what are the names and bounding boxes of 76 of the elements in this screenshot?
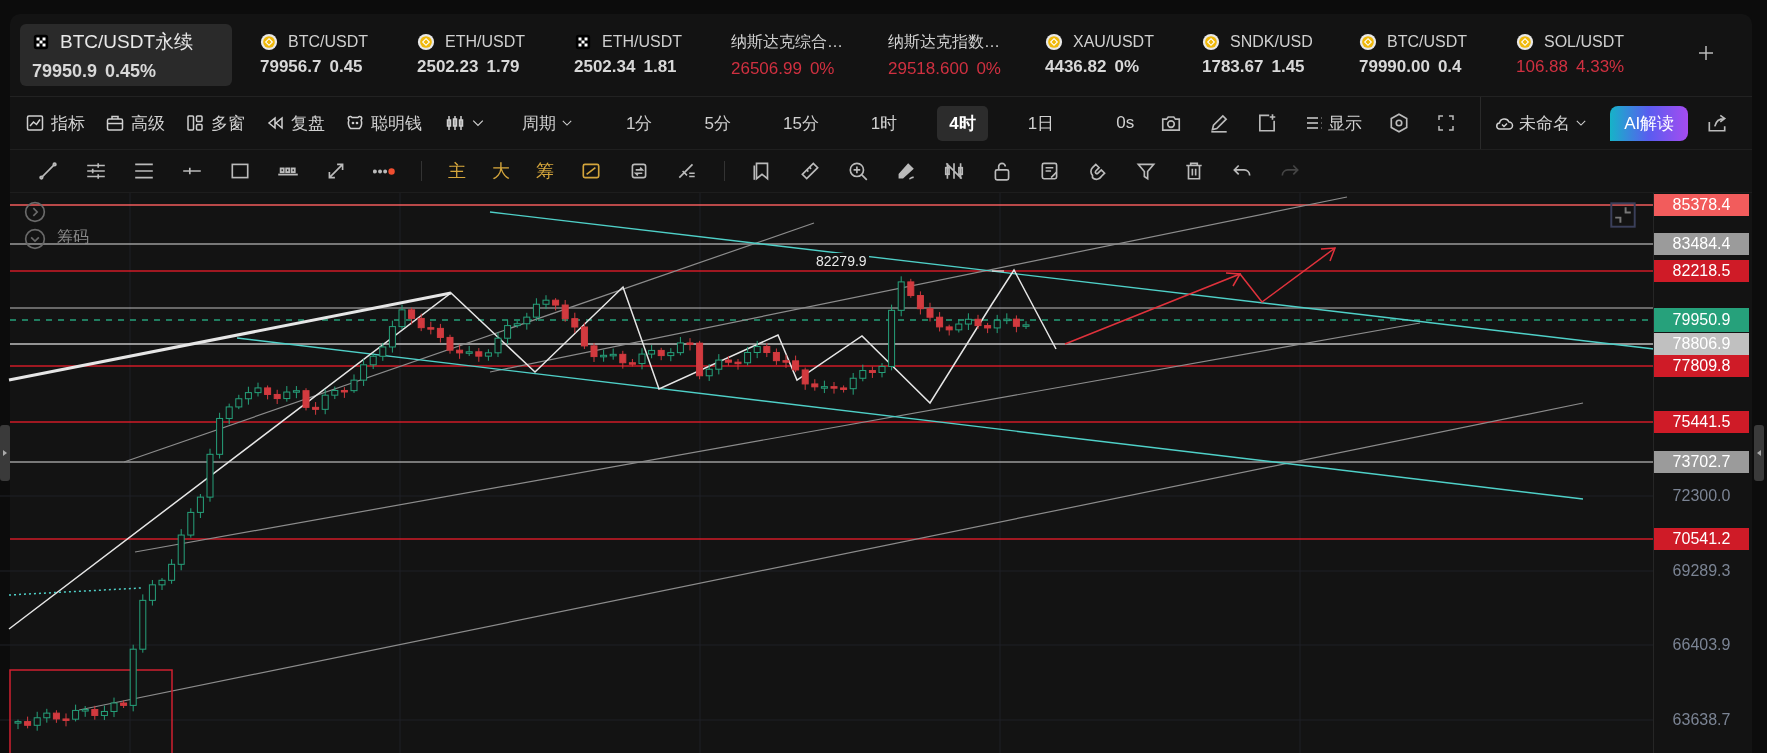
layout-name: 未命名 [1519, 112, 1571, 135]
ticker-price: 4436.82 [1045, 57, 1107, 77]
price-tag: 77809.8 [1654, 355, 1749, 377]
price-tag: 78806.9 [1654, 333, 1749, 355]
price-tag: 70541.2 [1654, 528, 1749, 550]
ticker-change: 0.4 [1437, 57, 1462, 77]
price-tag: 85378.4 [1654, 194, 1749, 216]
ticker-symbol: ETH/USDT [602, 33, 682, 51]
toolbar-menu[interactable]: 多窗 [185, 111, 245, 135]
ticker-item[interactable]: ETH/USDT 2502.23 1.79 [409, 24, 566, 86]
ticker-change: 1.45 [1271, 57, 1305, 77]
axis-price-label: 69289.3 [1671, 561, 1732, 581]
ticker-price: 79956.7 [260, 57, 322, 77]
ticker-symbol: BTC/USDT [1387, 33, 1467, 51]
ticker-item[interactable]: BTC/USDT 79956.7 0.45 [252, 24, 409, 86]
period-dropdown[interactable]: 周期 [522, 111, 574, 135]
interval-tab[interactable]: 15分 [770, 105, 831, 141]
overlay-label: 筹码 [57, 227, 89, 247]
axis-price-label: 66403.9 [1671, 635, 1732, 655]
interval-tab[interactable]: 4时 [937, 105, 988, 141]
countdown-label: 0s [1116, 113, 1135, 133]
ticker-item[interactable]: 纳斯达克综合… 26506.99 0% [723, 24, 880, 86]
price-tag: 82218.5 [1654, 260, 1749, 282]
ticker-item[interactable]: BTC/USDT永续 79950.9 0.45% [20, 24, 232, 86]
indicator-shortcut[interactable]: 大 [492, 159, 510, 183]
price-tag: 79950.9 [1654, 308, 1749, 332]
ticker-item[interactable]: 纳斯达克指数… 29518.600 0% [880, 24, 1037, 86]
ticker-change: 1.81 [643, 57, 677, 77]
ticker-symbol: BTC/USDT [288, 33, 368, 51]
ticker-change: 0.45% [105, 60, 157, 82]
price-tag: 73702.7 [1654, 451, 1749, 473]
ticker-change: 0.45 [329, 57, 363, 77]
axis-price-label: 72300.0 [1671, 486, 1732, 506]
ticker-change: 4.33% [1576, 57, 1625, 77]
price-tag: 83484.4 [1654, 233, 1749, 255]
ticker-symbol: 纳斯达克指数… [888, 31, 1000, 52]
ticker-price: 1783.67 [1202, 57, 1264, 77]
ticker-symbol: SOL/USDT [1544, 33, 1624, 51]
ticker-symbol: XAU/USDT [1073, 33, 1154, 51]
toolbar-menu[interactable]: 高级 [105, 111, 165, 135]
ai-button[interactable]: AI解读 [1610, 105, 1689, 141]
layout-name-dropdown[interactable]: 未命名 [1493, 111, 1589, 135]
ticker-change: 0% [976, 58, 1001, 79]
ticker-item[interactable]: SNDK/USD 1783.67 1.45 [1194, 24, 1351, 86]
interval-tab[interactable]: 1日 [1015, 105, 1067, 141]
peak-price-label: 82279.9 [814, 253, 869, 269]
indicator-shortcut[interactable]: 筹 [536, 159, 554, 183]
ticker-item[interactable]: ETH/USDT 2502.34 1.81 [566, 24, 723, 86]
ticker-change: 1.79 [486, 57, 520, 77]
ticker-symbol: SNDK/USD [1230, 33, 1313, 51]
axis-price-label: 63638.7 [1671, 710, 1732, 730]
toolbar-menu[interactable]: 复盘 [265, 111, 325, 135]
toolbar-menu[interactable]: 聪明钱 [345, 111, 422, 135]
period-label: 周期 [522, 112, 556, 135]
ticker-symbol: ETH/USDT [445, 33, 525, 51]
ticker-item[interactable]: BTC/USDT 79990.00 0.4 [1351, 24, 1508, 86]
ticker-change: 0% [1114, 57, 1140, 77]
ticker-price: 106.88 [1516, 57, 1568, 77]
toolbar-menu[interactable]: 指标 [25, 111, 85, 135]
ticker-change: 0% [809, 58, 835, 79]
ticker-price: 29518.600 [888, 58, 969, 79]
interval-tab[interactable]: 1分 [614, 105, 665, 141]
ticker-price: 2502.23 [417, 57, 479, 77]
ticker-symbol: 纳斯达克综合… [731, 31, 843, 52]
ticker-price: 2502.34 [574, 57, 636, 77]
interval-tab[interactable]: 1时 [858, 105, 910, 141]
ticker-price: 26506.99 [731, 58, 802, 79]
ticker-price: 79950.9 [32, 60, 98, 82]
ticker-symbol: BTC/USDT永续 [60, 29, 193, 54]
ticker-item[interactable]: SOL/USDT 106.88 4.33% [1508, 24, 1665, 86]
ticker-item[interactable]: XAU/USDT 4436.82 0% [1037, 24, 1194, 86]
ticker-price: 79990.00 [1359, 57, 1430, 77]
indicator-shortcut[interactable]: 主 [448, 159, 466, 183]
interval-tab[interactable]: 5分 [692, 105, 743, 141]
display-menu[interactable]: 显示 [1304, 111, 1363, 135]
price-tag: 75441.5 [1654, 411, 1749, 433]
